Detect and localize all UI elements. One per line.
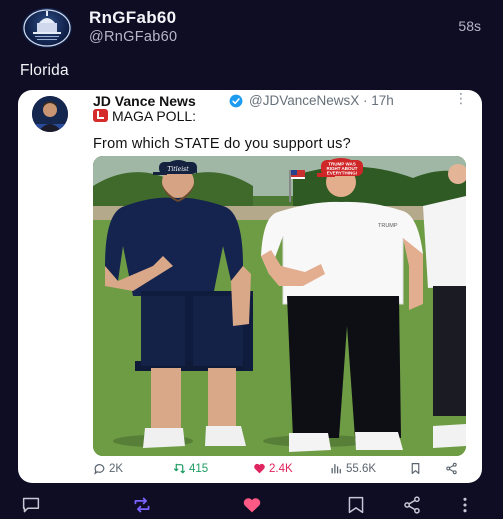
quoted-action-bar: 2K 415 2.4K 55.6K [93,462,466,480]
quoted-tweet-card[interactable]: JD Vance News @JDVanceNewsX · 17h ⋮ MAGA… [18,90,482,483]
share-icon [446,462,457,475]
repost-button[interactable] [131,495,153,515]
poll-title-text: MAGA POLL: [112,108,197,124]
like-count: 2.4K [269,462,293,475]
heart-icon [243,498,261,513]
post-action-bar [0,492,503,519]
views-count: 55.6K [346,462,377,475]
reply-icon [94,464,105,475]
reply-count: 2K [109,462,124,475]
repost-icon [174,463,185,474]
author-handle[interactable]: @RnGFab60 [89,29,177,45]
reply-button[interactable] [20,495,42,515]
reply-icon [22,497,40,513]
like-button[interactable] [241,495,263,515]
verified-badge-icon [229,94,243,108]
capitol-seal-icon [23,9,71,47]
share-button[interactable] [401,495,423,515]
bookmark-button[interactable] [345,495,367,515]
share-action[interactable] [445,462,458,475]
author-name[interactable]: RnGFab60 [89,8,176,28]
quoted-author-handle[interactable]: @JDVanceNewsX · 17h [249,93,394,108]
more-options-button[interactable] [454,495,476,515]
bookmark-icon [348,496,364,514]
cap-logo-left: Titleist [167,166,189,173]
post-header: RnGFab60 @RnGFab60 58s [0,0,503,56]
ballot-box-icon [93,109,108,122]
cap-text-line-3: EVERYTHING! [327,171,358,176]
more-dots-icon[interactable]: ⋮ [454,90,468,107]
repost-count: 415 [189,462,209,475]
poll-question: From which STATE do you support us? [93,136,351,152]
quoted-author-avatar[interactable] [32,96,68,132]
like-action[interactable]: 2.4K [253,462,293,475]
bookmark-action[interactable] [409,462,422,475]
quoted-author-name[interactable]: JD Vance News [93,93,196,109]
repost-action[interactable]: 415 [173,462,208,475]
post-text: Florida [20,62,69,79]
repost-icon [134,497,150,513]
author-avatar[interactable] [22,8,72,48]
heart-icon [254,463,265,474]
reply-action[interactable]: 2K [93,462,123,475]
bookmark-icon [411,463,420,474]
views-bars-icon [331,464,341,474]
views-action[interactable]: 55.6K [330,462,376,475]
share-icon [404,496,420,514]
shirt-logo-right: TRUMP [378,223,398,229]
more-dots-icon [463,497,467,513]
poll-title: MAGA POLL: [93,108,196,124]
tweet-photo[interactable]: Titleist TRUMP TRUMP WAS RIGHT ABOUT EVE… [93,156,466,456]
post-timestamp: 58s [458,18,481,34]
